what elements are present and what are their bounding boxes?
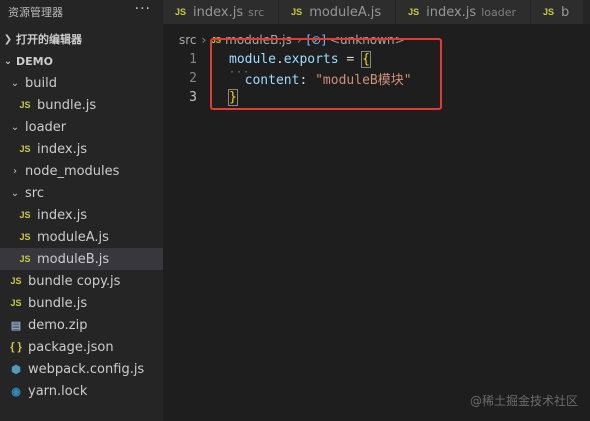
tree-file[interactable]: JS bundle.js <box>0 94 163 116</box>
tree-file[interactable]: JS bundle.js <box>0 292 163 314</box>
js-file-icon: JS <box>543 7 555 17</box>
tree-file[interactable]: JS moduleB.js <box>0 248 163 270</box>
json-file-icon: { } <box>10 341 22 353</box>
chevron-down-icon: ⌄ <box>3 55 13 67</box>
chevron-right-icon: ❯ <box>3 33 13 45</box>
line-number: 1 <box>189 52 197 67</box>
tab-label: b <box>561 4 570 20</box>
webpack-config-icon: ⬢ <box>11 363 21 376</box>
chevron-down-icon: ⌄ <box>10 121 20 133</box>
tree-file[interactable]: { } package.json <box>0 336 163 358</box>
editor-tab[interactable]: JS moduleA.js <box>279 0 397 24</box>
tree-item-label: webpack.config.js <box>28 361 145 377</box>
tree-item-label: index.js <box>37 141 88 157</box>
tree-item-label: bundle.js <box>28 295 88 311</box>
tree-item-label: package.json <box>28 339 114 355</box>
tree-item-label: node_modules <box>25 163 120 179</box>
tree-item-label: build <box>25 75 57 91</box>
js-file-icon: JS <box>10 276 22 286</box>
tab-label: index.js <box>193 4 244 20</box>
tab-label: moduleA.js <box>309 4 382 20</box>
breadcrumb-folder[interactable]: src <box>179 33 197 47</box>
editor-tab-bar: JS index.js src JS moduleA.js JS index.js loade… <box>163 0 590 24</box>
tree-item-label: moduleB.js <box>37 251 110 267</box>
tree-item-label: index.js <box>37 207 88 223</box>
tree-item-label: yarn.lock <box>28 383 88 399</box>
explorer-title: 资源管理器 <box>8 6 63 19</box>
chevron-down-icon: ⌄ <box>10 77 20 89</box>
annotation-highlight-box <box>210 38 442 110</box>
breadcrumb-separator-icon: › <box>201 33 207 47</box>
editor-tab[interactable]: JS b <box>531 0 585 24</box>
line-number: 3 <box>189 90 197 105</box>
workspace-label: DEMO <box>16 54 53 68</box>
workspace-section[interactable]: ⌄ DEMO <box>0 50 163 72</box>
tree-item-label: bundle copy.js <box>28 273 121 289</box>
tab-description: src <box>248 5 265 19</box>
js-file-icon: JS <box>408 7 420 17</box>
watermark: @稀土掘金技术社区 <box>469 394 578 408</box>
tree-file[interactable]: ▤ demo.zip <box>0 314 163 336</box>
tree-item-label: demo.zip <box>28 317 88 333</box>
zip-file-icon: ▤ <box>10 319 22 332</box>
tree-file[interactable]: JS index.js <box>0 138 163 160</box>
js-file-icon: JS <box>19 100 31 110</box>
tree-folder[interactable]: ⌄ src <box>0 182 163 204</box>
open-editors-label: 打开的编辑器 <box>16 33 82 46</box>
more-actions-icon[interactable]: ··· <box>135 1 151 17</box>
open-editors-section[interactable]: ❯ 打开的编辑器 <box>0 28 163 50</box>
js-file-icon: JS <box>175 7 187 17</box>
tree-folder[interactable]: › node_modules <box>0 160 163 182</box>
js-file-icon: JS <box>291 7 303 17</box>
js-file-icon: JS <box>19 254 31 264</box>
tree-file[interactable]: JS index.js <box>0 204 163 226</box>
tree-folder[interactable]: ⌄ loader <box>0 116 163 138</box>
tree-file[interactable]: JS bundle copy.js <box>0 270 163 292</box>
tree-file[interactable]: JS moduleA.js <box>0 226 163 248</box>
chevron-down-icon: ⌄ <box>10 187 20 199</box>
js-file-icon: JS <box>19 232 31 242</box>
file-tree: ⌄ build JS bundle.js ⌄ loader JS index.js › node_… <box>0 72 163 402</box>
tab-description: loader <box>481 5 517 19</box>
tree-item-label: bundle.js <box>37 97 97 113</box>
tree-file[interactable]: ⬢ webpack.config.js <box>0 358 163 380</box>
tree-folder[interactable]: ⌄ build <box>0 72 163 94</box>
js-file-icon: JS <box>19 210 31 220</box>
line-number: 2 <box>189 71 197 86</box>
js-file-icon: JS <box>19 144 31 154</box>
tree-file[interactable]: ◉ yarn.lock <box>0 380 163 402</box>
explorer-sidebar: 资源管理器 ··· ❯ 打开的编辑器 ⌄ DEMO ⌄ build JS bundle… <box>0 0 163 421</box>
yarn-lock-icon: ◉ <box>11 385 21 398</box>
chevron-right-icon: › <box>13 165 17 177</box>
tree-item-label: src <box>25 185 44 201</box>
tree-item-label: loader <box>25 119 67 135</box>
tree-item-label: moduleA.js <box>37 229 109 245</box>
editor-tab[interactable]: JS index.js src <box>163 0 280 24</box>
js-file-icon: JS <box>10 298 22 308</box>
editor-tab[interactable]: JS index.js loader <box>396 0 532 24</box>
explorer-title-bar: 资源管理器 ··· <box>0 0 163 24</box>
tab-label: index.js <box>426 4 477 20</box>
